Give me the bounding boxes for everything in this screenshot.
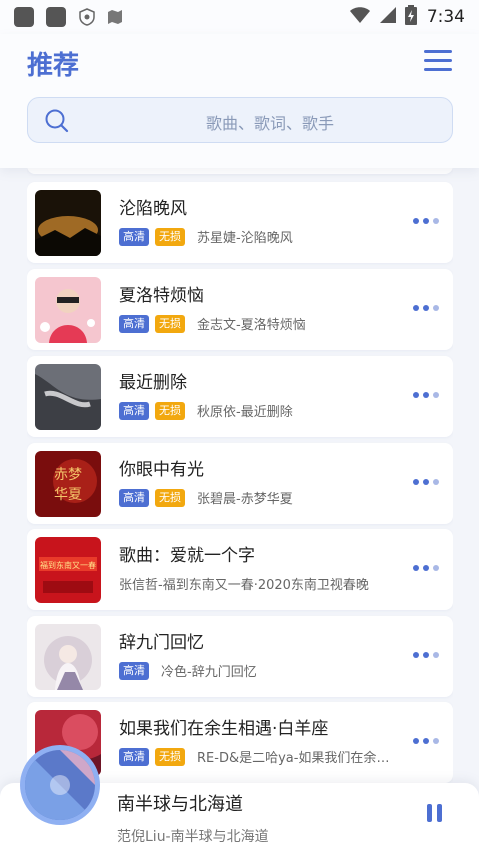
song-item[interactable]: 沦陷晚风 高清 无损 苏星婕-沦陷晚风 <box>27 182 453 263</box>
hd-badge: 高清 <box>119 401 149 420</box>
shield-icon <box>78 8 96 26</box>
header: 推荐 歌曲、歌词、歌手 <box>0 34 479 168</box>
song-artist: 冷色-辞九门回忆 <box>161 665 257 680</box>
hd-badge: 高清 <box>119 227 149 246</box>
clock: 7:34 <box>426 7 465 27</box>
more-button[interactable] <box>413 565 443 571</box>
pause-button[interactable] <box>427 804 443 822</box>
song-artist: 张信哲-福到东南又一春·2020东南卫视春晚 <box>119 578 369 593</box>
song-item[interactable]: 最近删除 高清 无损 秋原依-最近删除 <box>27 356 453 437</box>
more-button[interactable] <box>413 305 443 311</box>
hd-badge: 高清 <box>119 747 149 766</box>
song-title: 你眼中有光 <box>119 460 204 480</box>
menu-icon <box>424 50 452 53</box>
app-notification-icon <box>14 7 34 27</box>
song-artist: 金志文-夏洛特烦恼 <box>197 318 306 333</box>
song-title: 如果我们在余生相遇·白羊座 <box>119 719 329 739</box>
song-artist: RE-D&是二哈ya-如果我们在余生相遇·白羊座 <box>197 751 402 766</box>
search-placeholder: 歌曲、歌词、歌手 <box>205 114 334 133</box>
song-title: 辞九门回忆 <box>119 633 204 653</box>
more-button[interactable] <box>413 218 443 224</box>
song-title: 沦陷晚风 <box>119 199 187 219</box>
svg-text:赤梦: 赤梦 <box>54 467 82 483</box>
svg-text:华夏: 华夏 <box>54 487 82 503</box>
song-item[interactable]: 夏洛特烦恼 高清 无损 金志文-夏洛特烦恼 <box>27 269 453 350</box>
song-list[interactable]: 沦陷晚风 高清 无损 苏星婕-沦陷晚风 夏洛特烦恼 高清 无损 金志文-夏洛特烦… <box>27 168 453 788</box>
album-cover <box>35 624 101 690</box>
now-playing-artist: 范倪Liu-南半球与北海道 <box>117 829 269 845</box>
wifi-icon <box>349 6 371 28</box>
more-button[interactable] <box>413 738 443 744</box>
song-item[interactable]: 辞九门回忆 高清 冷色-辞九门回忆 <box>27 616 453 697</box>
lossless-badge: 无损 <box>155 227 185 246</box>
song-title: 最近删除 <box>119 373 187 393</box>
lossless-badge: 无损 <box>155 747 185 766</box>
lossless-badge: 无损 <box>155 401 185 420</box>
album-cover <box>35 190 101 256</box>
lossless-badge: 无损 <box>155 314 185 333</box>
page-title: 推荐 <box>27 51 80 81</box>
song-item[interactable]: 福到东南又一春 歌曲：爱就一个字 张信哲-福到东南又一春·2020东南卫视春晚 <box>27 529 453 610</box>
album-cover: 赤梦 华夏 <box>35 451 101 517</box>
now-playing-cover[interactable] <box>20 745 100 825</box>
status-bar: 7:34 <box>0 0 479 34</box>
hd-badge: 高清 <box>119 488 149 507</box>
app-notification-icon <box>46 7 66 27</box>
song-artist: 张碧晨-赤梦华夏 <box>197 492 293 507</box>
pause-icon <box>427 804 432 822</box>
song-artist: 秋原依-最近删除 <box>197 405 293 420</box>
lossless-badge: 无损 <box>155 488 185 507</box>
album-cover <box>35 364 101 430</box>
more-button[interactable] <box>413 652 443 658</box>
hd-badge: 高清 <box>119 314 149 333</box>
more-button[interactable] <box>413 392 443 398</box>
song-title: 夏洛特烦恼 <box>119 286 204 306</box>
list-item[interactable] <box>27 168 453 174</box>
song-artist: 苏星婕-沦陷晚风 <box>197 231 293 246</box>
song-item[interactable]: 赤梦华夏 你眼中有光 高清 无损 张碧晨-赤梦华夏 <box>27 443 453 524</box>
menu-button[interactable] <box>424 50 452 74</box>
album-cover: 福到东南又一春 <box>35 537 101 603</box>
search-input[interactable]: 歌曲、歌词、歌手 <box>27 97 453 143</box>
more-button[interactable] <box>413 479 443 485</box>
album-cover <box>35 277 101 343</box>
battery-icon <box>404 5 417 29</box>
hd-badge: 高清 <box>119 661 149 680</box>
signal-icon <box>379 6 397 28</box>
now-playing-title: 南半球与北海道 <box>117 794 243 815</box>
song-title: 歌曲：爱就一个字 <box>119 546 255 566</box>
svg-text:福到东南又一春: 福到东南又一春 <box>40 560 96 570</box>
map-icon <box>106 8 124 26</box>
